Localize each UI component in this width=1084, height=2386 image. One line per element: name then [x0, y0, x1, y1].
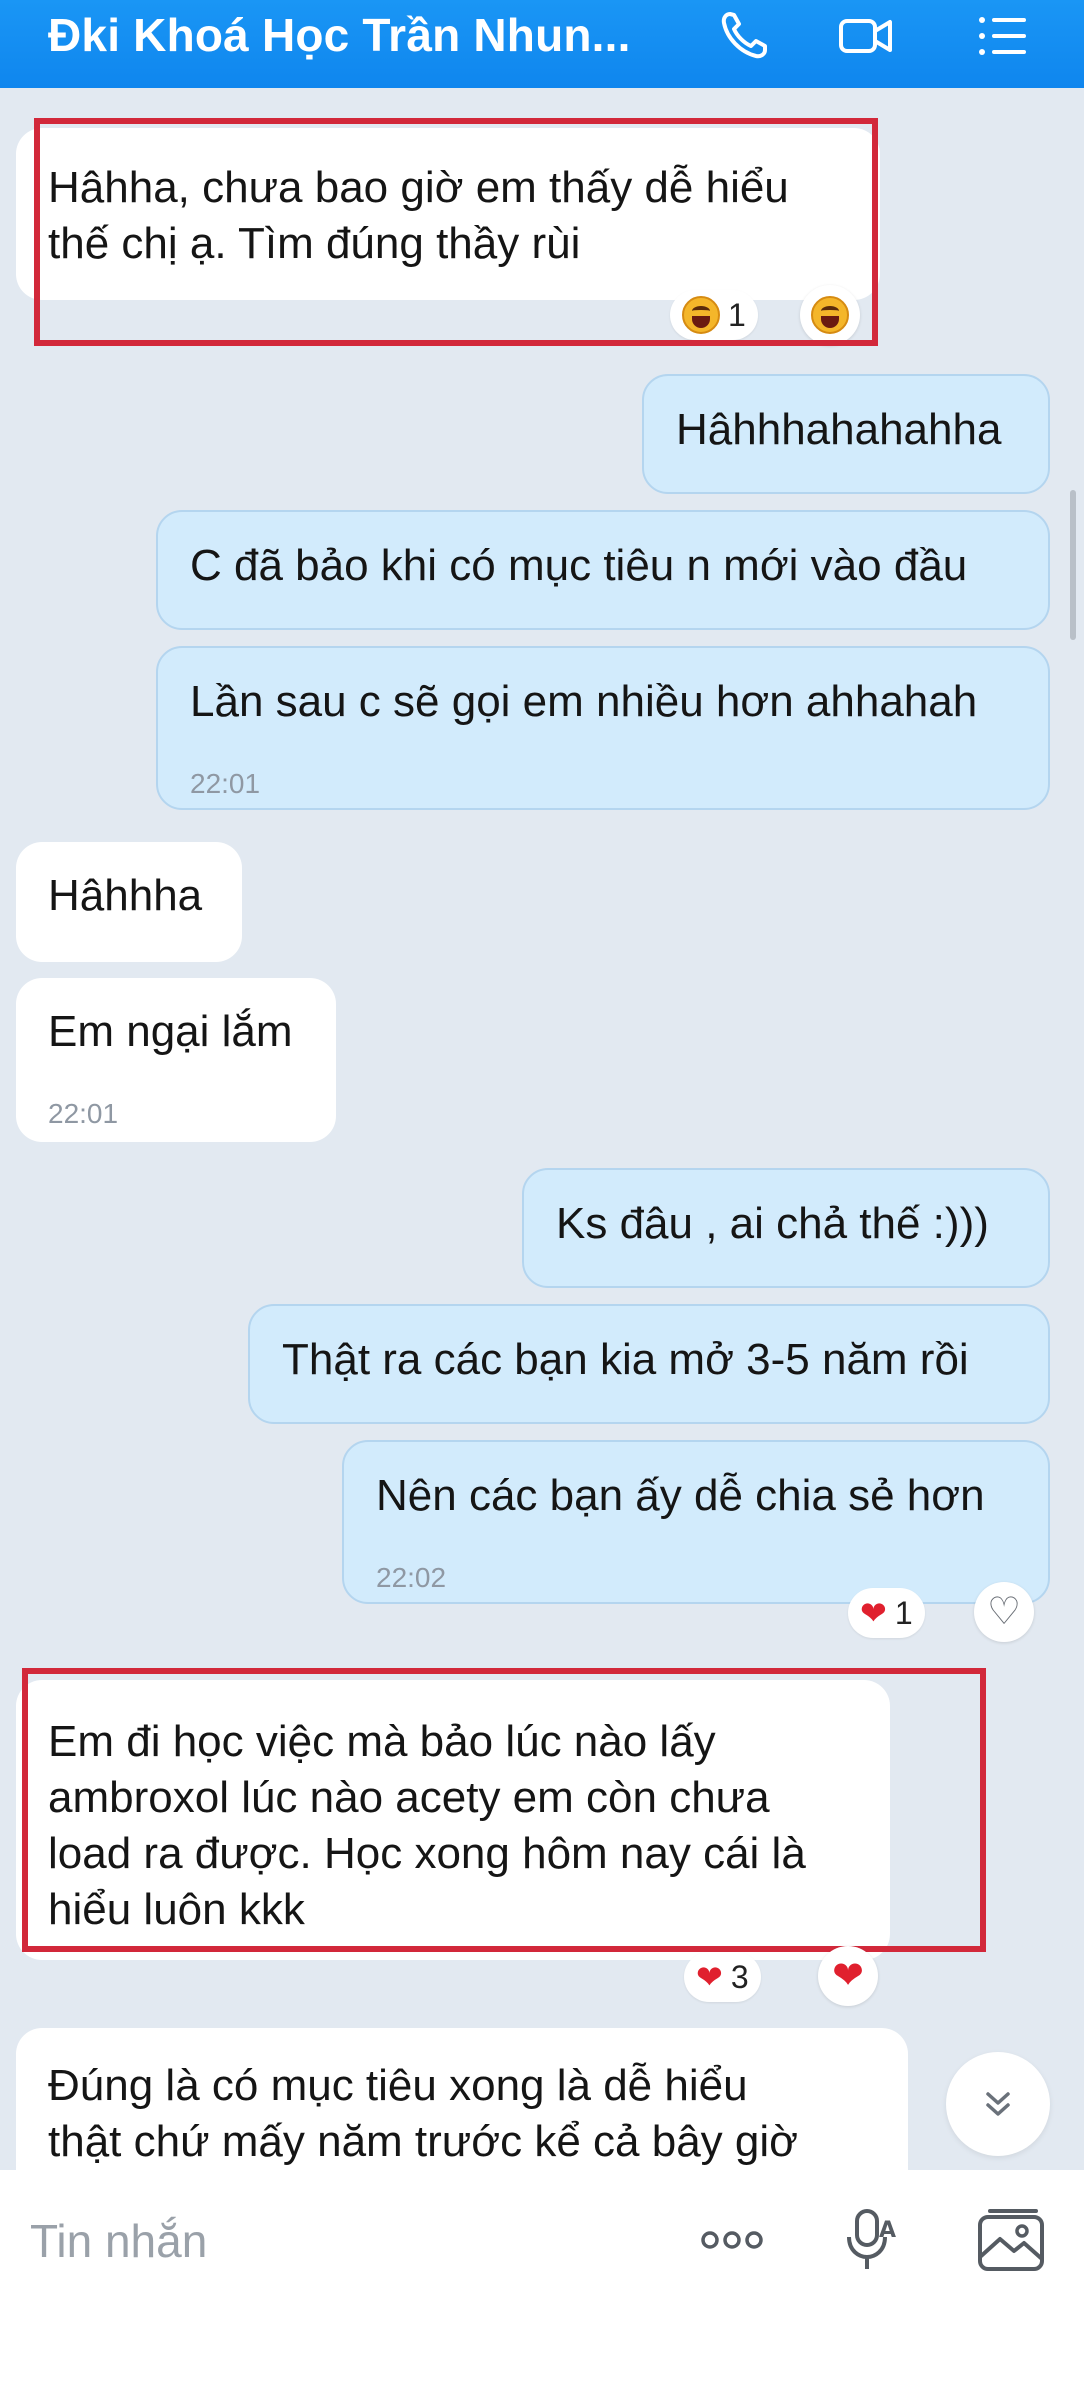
- highlight-box: [34, 118, 878, 346]
- message-bubble[interactable]: Thật ra các bạn kia mở 3-5 năm rồi: [248, 1304, 1050, 1424]
- scroll-to-bottom-button[interactable]: [946, 2052, 1050, 2156]
- image-gallery-icon[interactable]: [972, 2200, 1052, 2280]
- svg-text:A: A: [879, 2218, 896, 2243]
- message-text-line: Ks đâu , ai chả thế :))): [556, 1199, 989, 1248]
- phone-icon[interactable]: [714, 6, 774, 66]
- heart-outline-icon: ♡: [986, 1591, 1022, 1633]
- message-text-line: Đúng là có mục tiêu xong là dễ hiểu: [48, 2061, 748, 2110]
- message-bubble[interactable]: C đã bảo khi có mục tiêu n mới vào đầu: [156, 510, 1050, 630]
- reaction-summary[interactable]: ❤ 1: [848, 1588, 925, 1638]
- message-input[interactable]: Tin nhắn: [30, 2214, 207, 2268]
- message-bubble[interactable]: Hâhhha: [16, 842, 242, 962]
- message-text-line: C đã bảo khi có mục tiêu n mới vào đầu: [190, 541, 968, 590]
- reaction-count: 3: [730, 1958, 749, 1995]
- message-text-line: thật chứ mấy năm trước kể cả bây giờ: [48, 2117, 798, 2166]
- heart-icon: ❤: [860, 1595, 887, 1631]
- message-text-line: Em ngại lắm: [48, 1007, 293, 1056]
- conversation-title[interactable]: Đki Khoá Học Trần Nhun...: [48, 8, 631, 62]
- more-options-icon[interactable]: [692, 2200, 772, 2280]
- reaction-summary[interactable]: ❤ 3: [684, 1952, 761, 2002]
- message-text-line: Nên các bạn ấy dễ chia sẻ hơn: [376, 1471, 985, 1520]
- message-bubble[interactable]: Lần sau c sẽ gọi em nhiều hơn ahhahah 22…: [156, 646, 1050, 810]
- message-text-line: Lần sau c sẽ gọi em nhiều hơn ahhahah: [190, 677, 978, 726]
- menu-list-icon[interactable]: [972, 6, 1032, 66]
- message-text-line: Hâhhha: [48, 871, 203, 920]
- heart-icon: ❤: [696, 1959, 723, 1995]
- video-call-icon[interactable]: [836, 6, 896, 66]
- react-button[interactable]: ❤: [818, 1946, 878, 2006]
- message-timestamp: 22:01: [190, 768, 261, 799]
- double-chevron-down-icon: [986, 2092, 1010, 2116]
- reaction-count: 1: [894, 1594, 913, 1631]
- message-bubble[interactable]: Em ngại lắm 22:01: [16, 978, 336, 1142]
- message-text-line: Hâhhhahahahha: [676, 405, 1002, 454]
- scrollbar[interactable]: [1070, 490, 1076, 640]
- message-composer: Tin nhắn A: [0, 2170, 1084, 2386]
- highlight-box: [22, 1668, 986, 1952]
- message-timestamp: 22:01: [48, 1098, 119, 1129]
- message-bubble[interactable]: Hâhhhahahahha: [642, 374, 1050, 494]
- message-timestamp: 22:02: [376, 1562, 447, 1593]
- chat-header: Đki Khoá Học Trần Nhun...: [0, 0, 1084, 88]
- message-text-line: Thật ra các bạn kia mở 3-5 năm rồi: [282, 1335, 969, 1384]
- message-bubble[interactable]: Ks đâu , ai chả thế :))): [522, 1168, 1050, 1288]
- react-button[interactable]: ♡: [974, 1582, 1034, 1642]
- heart-icon: ❤: [832, 1955, 864, 1997]
- voice-to-text-icon[interactable]: A: [830, 2200, 910, 2280]
- message-bubble[interactable]: Nên các bạn ấy dễ chia sẻ hơn 22:02: [342, 1440, 1050, 1604]
